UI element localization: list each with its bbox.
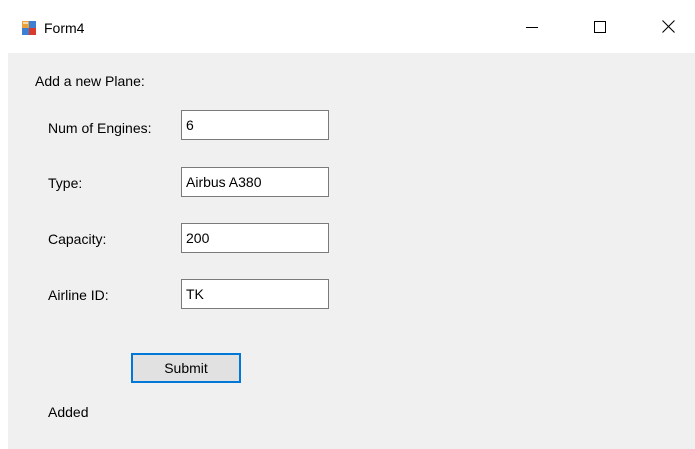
status-label: Added	[48, 404, 89, 420]
airline-id-label: Airline ID:	[48, 287, 109, 303]
capacity-label: Capacity:	[48, 231, 107, 247]
num-engines-label: Num of Engines:	[48, 120, 152, 136]
submit-button[interactable]: Submit	[131, 353, 241, 383]
close-button[interactable]	[645, 0, 691, 53]
minimize-button[interactable]	[509, 0, 555, 53]
num-engines-input[interactable]	[181, 110, 329, 140]
minimize-icon	[526, 26, 538, 28]
maximize-icon	[594, 20, 606, 33]
airline-id-input[interactable]	[181, 279, 329, 309]
type-input[interactable]	[181, 167, 329, 197]
form-client-area: Add a new Plane: Num of Engines: Type: C…	[8, 53, 695, 449]
close-icon	[661, 20, 675, 33]
winforms-app-icon	[21, 20, 37, 36]
window-title: Form4	[44, 20, 85, 36]
maximize-button[interactable]	[577, 0, 623, 53]
form4-window: Form4 Add a new Plane: Num of Engines: T…	[0, 0, 695, 449]
capacity-input[interactable]	[181, 223, 329, 253]
type-label: Type:	[48, 175, 83, 191]
form-heading: Add a new Plane:	[35, 73, 145, 89]
title-bar[interactable]: Form4	[0, 0, 695, 53]
